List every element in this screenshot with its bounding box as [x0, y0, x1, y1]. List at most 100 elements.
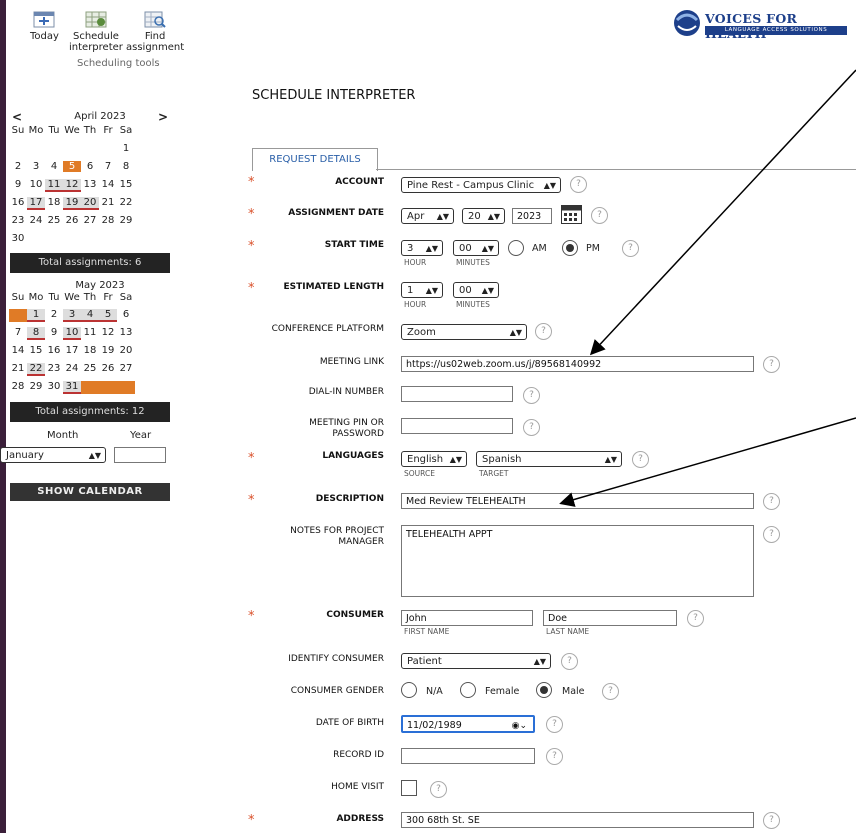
calendar-day[interactable]: 28: [9, 381, 27, 394]
calendar-day[interactable]: 21: [9, 363, 27, 376]
help-icon[interactable]: ?: [523, 419, 540, 436]
calendar-day[interactable]: 27: [81, 215, 99, 226]
calendar-day[interactable]: 18: [45, 197, 63, 210]
year-input[interactable]: [114, 447, 166, 463]
calendar-day[interactable]: 1: [27, 309, 45, 322]
calendar-day[interactable]: 28: [99, 215, 117, 226]
month-select[interactable]: January ▲▼: [0, 447, 106, 463]
notes-textarea[interactable]: TELEHEALTH APPT: [401, 525, 754, 597]
date-day-select[interactable]: 20 ▲▼: [462, 208, 505, 224]
target-language-select[interactable]: Spanish ▲▼: [476, 451, 622, 467]
calendar-day[interactable]: 24: [63, 363, 81, 376]
help-icon[interactable]: ?: [763, 356, 780, 373]
help-icon[interactable]: ?: [591, 207, 608, 224]
calendar-day[interactable]: 31: [63, 381, 81, 394]
calendar-day[interactable]: 9: [45, 327, 63, 340]
date-of-birth-input[interactable]: 11/02/1989 ◉⌄: [401, 715, 535, 733]
last-name-input[interactable]: Doe: [543, 610, 677, 626]
calendar-day[interactable]: 15: [27, 345, 45, 356]
calendar-day[interactable]: 8: [117, 161, 135, 172]
calendar-day[interactable]: 5: [99, 309, 117, 322]
help-icon[interactable]: ?: [622, 240, 639, 257]
calendar-day[interactable]: 2: [45, 309, 63, 322]
calendar-picker-icon[interactable]: [561, 205, 582, 224]
source-language-select[interactable]: English ▲▼: [401, 451, 467, 467]
record-id-input[interactable]: [401, 748, 535, 764]
dial-in-input[interactable]: [401, 386, 513, 402]
identify-consumer-select[interactable]: Patient ▲▼: [401, 653, 551, 669]
calendar-day[interactable]: 12: [63, 179, 81, 192]
calendar-day[interactable]: 29: [117, 215, 135, 226]
calendar-day[interactable]: 25: [45, 215, 63, 226]
help-icon[interactable]: ?: [632, 451, 649, 468]
help-icon[interactable]: ?: [430, 781, 447, 798]
date-year-input[interactable]: 2023: [512, 208, 552, 224]
help-icon[interactable]: ?: [687, 610, 704, 627]
calendar-day[interactable]: 14: [99, 179, 117, 192]
calendar-day[interactable]: 1: [117, 143, 135, 154]
first-name-input[interactable]: John: [401, 610, 533, 626]
home-visit-checkbox[interactable]: [401, 780, 417, 796]
calendar-day[interactable]: 30: [45, 381, 63, 394]
find-assignment-tool[interactable]: Find assignment: [126, 10, 184, 53]
calendar-day[interactable]: 26: [63, 215, 81, 226]
help-icon[interactable]: ?: [523, 387, 540, 404]
calendar-day[interactable]: 15: [117, 179, 135, 192]
help-icon[interactable]: ?: [561, 653, 578, 670]
calendar-day[interactable]: 26: [99, 363, 117, 376]
calendar-day[interactable]: 17: [27, 197, 45, 210]
calendar-day[interactable]: 22: [27, 363, 45, 376]
calendar-day[interactable]: 16: [45, 345, 63, 356]
help-icon[interactable]: ?: [763, 526, 780, 543]
calendar-day[interactable]: 4: [45, 161, 63, 172]
calendar-day[interactable]: 14: [9, 345, 27, 356]
start-minutes-select[interactable]: 00 ▲▼: [453, 240, 499, 256]
calendar-day[interactable]: 3: [27, 161, 45, 172]
length-hour-select[interactable]: 1 ▲▼: [401, 282, 443, 298]
calendar-day[interactable]: 23: [9, 215, 27, 226]
help-icon[interactable]: ?: [763, 812, 780, 829]
gender-female-radio[interactable]: [460, 682, 476, 698]
calendar-day[interactable]: 19: [99, 345, 117, 356]
calendar-day[interactable]: 7: [99, 161, 117, 172]
calendar-day[interactable]: 19: [63, 197, 81, 210]
help-icon[interactable]: ?: [602, 683, 619, 700]
pm-radio[interactable]: [562, 240, 578, 256]
account-select[interactable]: Pine Rest - Campus Clinic ▲▼: [401, 177, 561, 193]
help-icon[interactable]: ?: [763, 493, 780, 510]
help-icon[interactable]: ?: [546, 748, 563, 765]
calendar-day[interactable]: 11: [81, 327, 99, 340]
today-tool[interactable]: Today: [30, 10, 59, 42]
calendar-day[interactable]: 30: [9, 233, 27, 244]
calendar-day[interactable]: 22: [117, 197, 135, 210]
calendar-day[interactable]: 16: [9, 197, 27, 210]
meeting-pin-input[interactable]: [401, 418, 513, 434]
calendar-day[interactable]: 25: [81, 363, 99, 376]
calendar-day[interactable]: 21: [99, 197, 117, 210]
address-input[interactable]: 300 68th St. SE: [401, 812, 754, 828]
description-input[interactable]: Med Review TELEHEALTH: [401, 493, 754, 509]
calendar-day[interactable]: 8: [27, 327, 45, 340]
calendar-day[interactable]: 20: [81, 197, 99, 210]
tab-request-details[interactable]: REQUEST DETAILS: [252, 148, 378, 171]
platform-select[interactable]: Zoom ▲▼: [401, 324, 527, 340]
calendar-day[interactable]: 11: [45, 179, 63, 192]
start-hour-select[interactable]: 3 ▲▼: [401, 240, 443, 256]
calendar-day[interactable]: 9: [9, 179, 27, 192]
help-icon[interactable]: ?: [546, 716, 563, 733]
gender-male-radio[interactable]: [536, 682, 552, 698]
length-minutes-select[interactable]: 00 ▲▼: [453, 282, 499, 298]
date-picker-toggle-icon[interactable]: ◉⌄: [512, 717, 527, 735]
gender-na-radio[interactable]: [401, 682, 417, 698]
calendar-day[interactable]: 10: [63, 327, 81, 340]
calendar-day[interactable]: 5: [63, 161, 81, 172]
calendar-day[interactable]: 10: [27, 179, 45, 192]
calendar-day[interactable]: 20: [117, 345, 135, 356]
calendar-day[interactable]: 24: [27, 215, 45, 226]
calendar-day[interactable]: 27: [117, 363, 135, 376]
calendar-day[interactable]: 4: [81, 309, 99, 322]
calendar-day[interactable]: 12: [99, 327, 117, 340]
calendar-day[interactable]: 2: [9, 161, 27, 172]
schedule-interpreter-tool[interactable]: Schedule interpreter: [69, 10, 123, 53]
calendar-day[interactable]: 7: [9, 327, 27, 340]
